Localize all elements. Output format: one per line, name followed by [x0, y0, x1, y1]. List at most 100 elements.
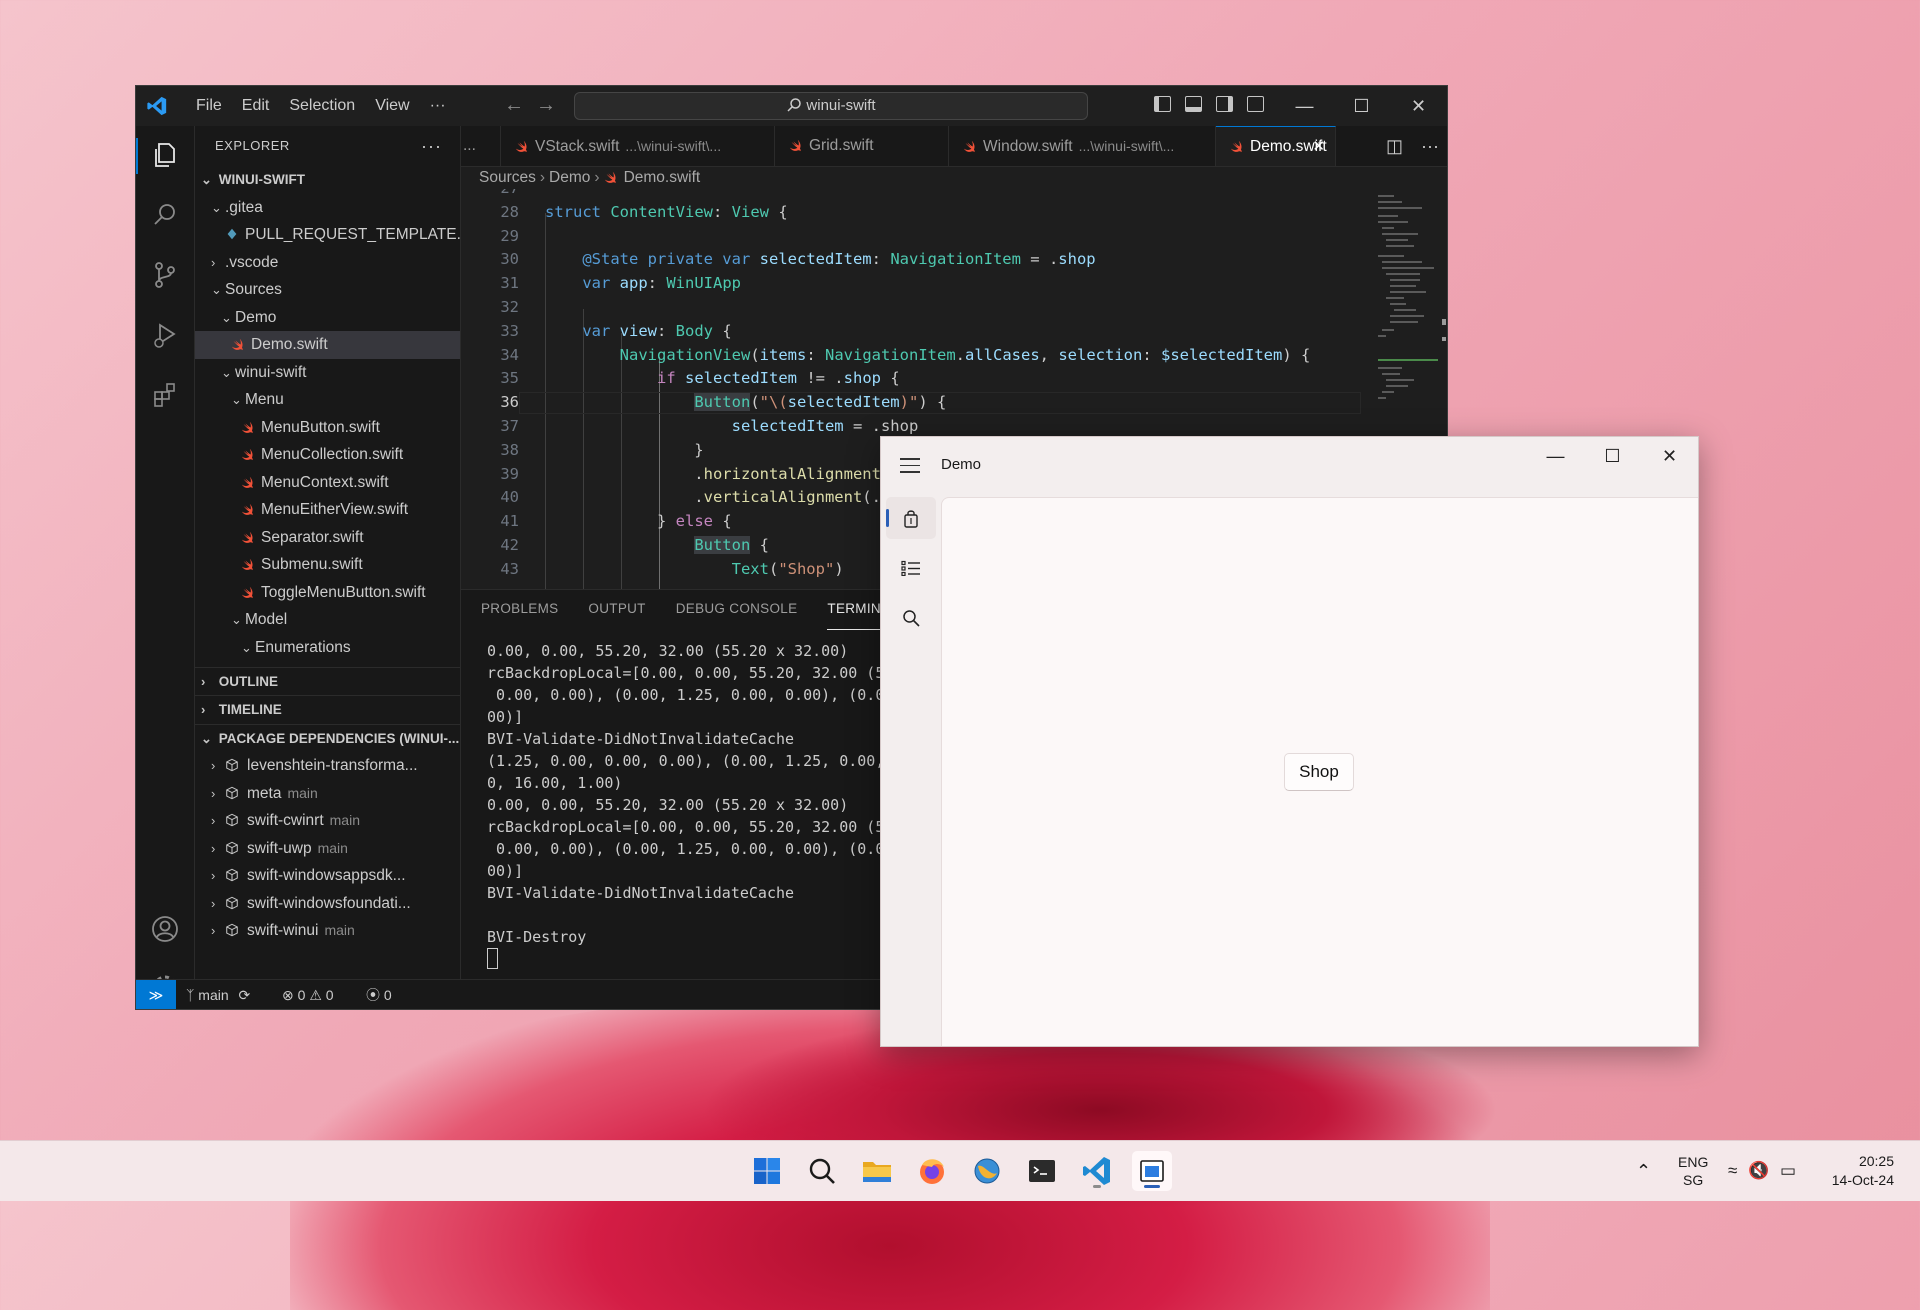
menu-item[interactable]: Edit — [232, 86, 280, 126]
close-button[interactable]: ✕ — [1641, 437, 1698, 477]
package-item[interactable]: › meta main — [195, 780, 460, 808]
extensions-icon[interactable] — [150, 380, 180, 410]
firefox-button[interactable] — [912, 1151, 952, 1191]
taskbar-search-button[interactable] — [802, 1151, 842, 1191]
editor-tab[interactable]: Window.swift ...\winui-swift\... — [949, 126, 1216, 166]
minimize-button[interactable]: — — [1276, 86, 1333, 126]
package-item[interactable]: › swift-windowsappsdk... — [195, 862, 460, 890]
file-item[interactable]: MenuContext.swift — [195, 469, 460, 497]
forward-arrow-icon[interactable]: → — [536, 94, 556, 117]
breadcrumb-item[interactable]: Demo.swift — [624, 169, 701, 186]
command-center-search[interactable]: winui-swift — [574, 92, 1088, 120]
remote-indicator[interactable]: ≫ — [136, 980, 176, 1009]
panel-tab[interactable]: OUTPUT — [588, 590, 645, 630]
package-icon — [226, 923, 238, 937]
start-button[interactable] — [747, 1151, 787, 1191]
source-control-icon[interactable] — [150, 260, 180, 290]
breadcrumb-item[interactable]: Demo — [549, 169, 590, 186]
ports-status[interactable]: ⦿ 0 — [366, 980, 392, 1009]
more-actions-icon[interactable]: ··· — [421, 126, 442, 166]
error-icon: ⊗ — [282, 987, 294, 1003]
shop-button[interactable]: Shop — [1284, 753, 1354, 791]
customize-layout-icon[interactable] — [1247, 96, 1264, 112]
line-number: 40 — [500, 488, 519, 507]
split-editor-icon[interactable]: ◫ — [1386, 126, 1403, 166]
folder-item[interactable]: ⌄ .gitea — [195, 194, 460, 222]
sync-icon[interactable]: ⟳ — [239, 987, 251, 1003]
nav-item-shop[interactable] — [886, 497, 936, 539]
file-explorer-button[interactable] — [857, 1151, 897, 1191]
file-item[interactable]: MenuButton.swift — [195, 414, 460, 442]
input-language[interactable]: ENG SG — [1678, 1153, 1708, 1189]
editor-tab[interactable]: ... — [461, 126, 501, 166]
nav-item-search[interactable] — [886, 597, 936, 639]
editor-tab[interactable]: Grid.swift — [775, 126, 949, 166]
editor-tab[interactable]: Demo.swift ✕ — [1216, 126, 1336, 166]
menu-item[interactable]: Selection — [279, 86, 365, 126]
problems-status[interactable]: ⊗ 0 ⚠ 0 — [282, 980, 334, 1009]
package-item[interactable]: › swift-windowsfoundati... — [195, 890, 460, 918]
package-item[interactable]: › swift-winui main — [195, 917, 460, 945]
file-item[interactable]: Separator.swift — [195, 524, 460, 552]
file-item[interactable]: MenuEitherView.swift — [195, 496, 460, 524]
menu-item[interactable]: ··· — [420, 86, 456, 126]
folder-item[interactable]: › .vscode — [195, 249, 460, 277]
breadcrumb-item[interactable]: Sources — [479, 169, 536, 186]
panel-tab[interactable]: PROBLEMS — [481, 590, 558, 630]
terminal-icon — [1029, 1160, 1055, 1182]
quick-settings[interactable]: ≈ 🔇 ▭ — [1728, 1141, 1796, 1201]
show-hidden-icons-chevron[interactable]: ⌃ — [1636, 1141, 1651, 1201]
code-text: NavigationView(items: NavigationItem.all… — [619, 345, 1311, 364]
package-item[interactable]: › levenshtein-transforma... — [195, 752, 460, 780]
navigation-pane — [881, 497, 941, 1046]
chevron-down-icon: ⌄ — [241, 639, 252, 655]
editor-tab[interactable]: VStack.swift ...\winui-swift\... — [501, 126, 775, 166]
close-button[interactable]: ✕ — [1390, 86, 1447, 126]
folder-item[interactable]: ⌄ Sources — [195, 276, 460, 304]
folder-item[interactable]: ⌄ Menu — [195, 386, 460, 414]
file-item[interactable]: Demo.swift — [195, 331, 460, 359]
file-item[interactable]: ToggleMenuButton.swift — [195, 579, 460, 607]
vscode-taskbar-button[interactable] — [1077, 1151, 1117, 1191]
file-item[interactable]: MenuCollection.swift — [195, 441, 460, 469]
toggle-secondary-sidebar-icon[interactable] — [1216, 96, 1233, 112]
error-count: 0 — [297, 987, 306, 1003]
toggle-primary-sidebar-icon[interactable] — [1154, 96, 1171, 112]
close-icon[interactable]: ✕ — [1312, 127, 1325, 166]
toggle-panel-icon[interactable] — [1185, 96, 1202, 112]
search-icon[interactable] — [150, 200, 180, 230]
terminal-button[interactable] — [1022, 1151, 1062, 1191]
hamburger-menu-icon[interactable] — [900, 458, 920, 474]
branch-status[interactable]: ᛉ main ⟳ — [186, 980, 251, 1009]
outline-section[interactable]: › OUTLINE — [195, 666, 460, 696]
package-item[interactable]: › swift-uwp main — [195, 835, 460, 863]
nav-item-list[interactable] — [886, 547, 936, 589]
folder-item[interactable]: ⌄ Demo — [195, 304, 460, 332]
menu-item[interactable]: File — [186, 86, 232, 126]
maximize-button[interactable]: ☐ — [1333, 86, 1390, 126]
back-arrow-icon[interactable]: ← — [504, 94, 524, 117]
swift-file-icon — [515, 140, 527, 153]
more-actions-icon[interactable]: ··· — [1421, 126, 1439, 166]
folder-item[interactable]: ⌄ Model — [195, 606, 460, 634]
menu-item[interactable]: View — [365, 86, 419, 126]
run-debug-icon[interactable] — [150, 320, 180, 350]
explorer-icon[interactable] — [150, 140, 180, 170]
maximize-button[interactable]: ☐ — [1584, 437, 1641, 477]
clock[interactable]: 20:25 14-Oct-24 — [1828, 1152, 1894, 1190]
file-item[interactable]: Submenu.swift — [195, 551, 460, 579]
code-line: 28 struct ContentView: View { — [461, 201, 1361, 225]
package-item[interactable]: › swift-cwinrt main — [195, 807, 460, 835]
package-dependencies-section[interactable]: ⌄ PACKAGE DEPENDENCIES (WINUI-... — [195, 723, 460, 753]
file-item[interactable]: PULL_REQUEST_TEMPLATE... — [195, 221, 460, 249]
demo-app-taskbar-button[interactable] — [1132, 1151, 1172, 1191]
swift-app-button[interactable] — [967, 1151, 1007, 1191]
accounts-icon[interactable] — [150, 914, 180, 944]
package-icon — [226, 758, 238, 772]
timeline-section[interactable]: › TIMELINE — [195, 695, 460, 724]
folder-item[interactable]: ⌄ winui-swift — [195, 359, 460, 387]
minimize-button[interactable]: — — [1527, 437, 1584, 477]
folder-item[interactable]: ⌄ Enumerations — [195, 634, 460, 662]
panel-tab[interactable]: DEBUG CONSOLE — [676, 590, 798, 630]
workspace-root[interactable]: ⌄ WINUI-SWIFT — [195, 166, 460, 194]
